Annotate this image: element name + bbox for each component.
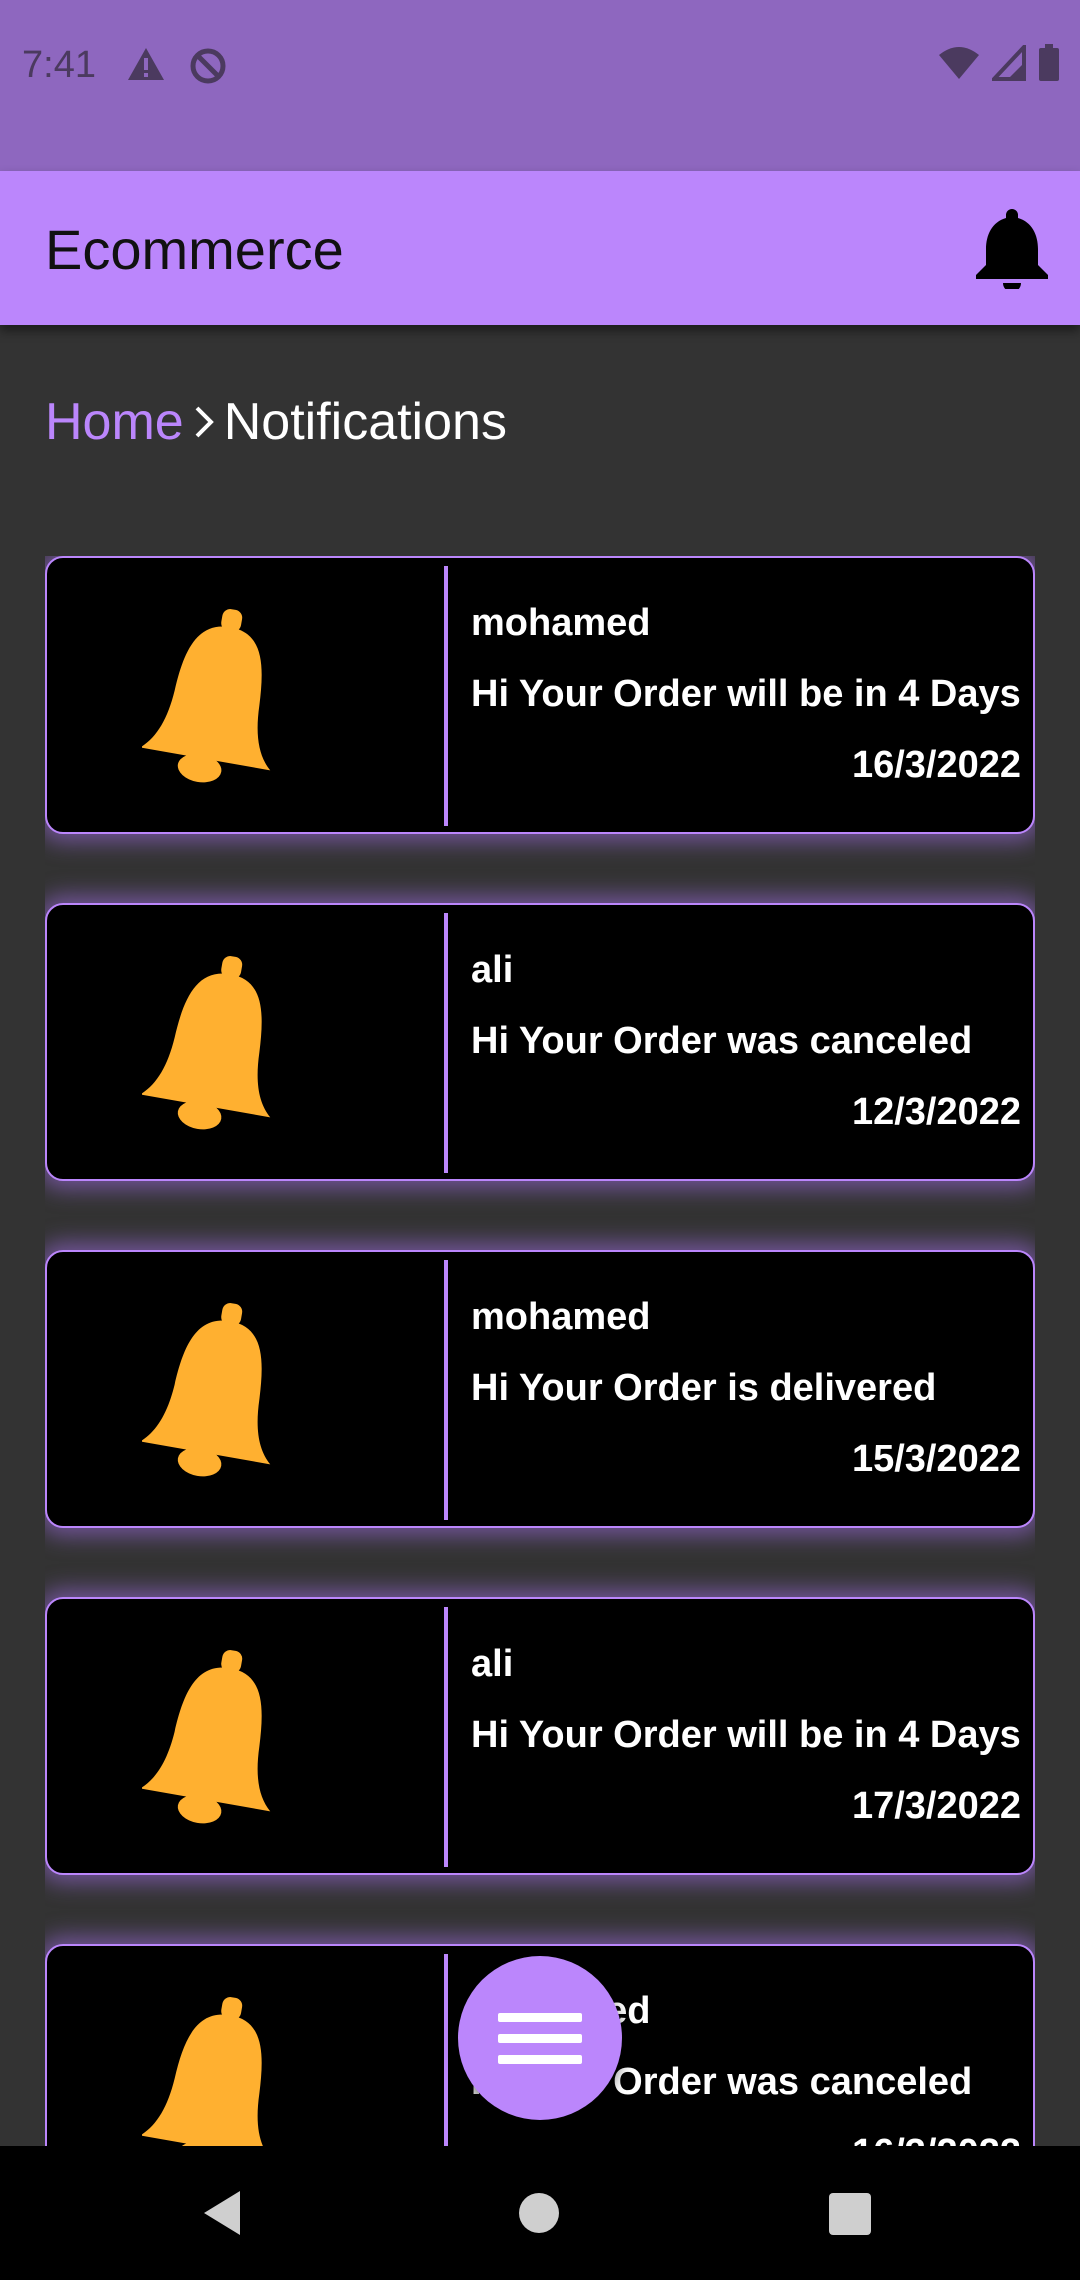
notification-date: 12/3/2022 [851,1091,1021,1133]
menu-button[interactable] [458,1956,622,2120]
breadcrumb-current: Notifications [223,393,507,451]
home-icon[interactable] [519,2193,559,2233]
app-title: Ecommerce [45,218,344,281]
card-divider [444,1954,448,2146]
battery-icon [1039,44,1059,81]
notification-message: Hi Your Order is delivered [471,1367,937,1409]
status-bar: 7:41 [0,0,1080,171]
bell-icon [142,1650,271,1824]
status-left-icons [126,46,228,86]
notification-date: 15/3/2022 [851,1438,1021,1480]
system-nav-bar [0,2146,1080,2280]
notification-user: mohamed [471,1296,651,1338]
notification-card[interactable]: mohamed Hi Your Order will be in 4 Days … [45,556,1035,834]
signal-icon [992,45,1026,81]
bell-icon [142,956,271,1130]
notification-message: Hi Your Order was canceled [471,1020,973,1062]
notification-message: Hi Your Order will be in 4 Days [471,673,1021,715]
card-divider [444,1607,448,1867]
chevron-right-icon [192,402,218,442]
app-bar: Ecommerce [0,171,1080,325]
bell-icon [142,609,271,783]
notification-card[interactable]: ali Hi Your Order was canceled 12/3/2022 [45,903,1035,1181]
notification-date: 16/3/2022 [852,2132,1021,2146]
back-icon[interactable] [200,2188,244,2238]
notification-message: Hi Your Order will be in 4 Days [471,1714,1021,1756]
warning-icon [128,48,164,80]
bell-icon [142,1303,271,1477]
wifi-icon [939,47,979,79]
notification-card[interactable]: mohamed Hi Your Order is delivered 15/3/… [45,1250,1035,1528]
card-divider [444,1260,448,1520]
status-time: 7:41 [22,44,96,86]
notification-list[interactable]: mohamed Hi Your Order will be in 4 Days … [45,556,1035,2146]
recent-apps-icon[interactable] [829,2193,871,2235]
menu-icon [498,2012,582,2022]
bell-icon [976,209,1048,292]
breadcrumb: Home Notifications [45,392,507,452]
notification-date: 17/3/2022 [851,1785,1021,1827]
notification-user: ali [471,1643,514,1685]
sync-disabled-icon [190,48,226,84]
card-divider [444,566,448,826]
notifications-button[interactable] [972,205,1052,292]
status-right-icons [938,44,1060,82]
notification-date: 16/3/2022 [851,744,1021,786]
notification-user: ali [471,949,514,991]
card-divider [444,913,448,1173]
notification-card[interactable]: ali Hi Your Order will be in 4 Days 17/3… [45,1597,1035,1875]
notification-user: mohamed [471,602,651,644]
breadcrumb-home-link[interactable]: Home [45,392,184,452]
bell-icon [142,1997,271,2146]
